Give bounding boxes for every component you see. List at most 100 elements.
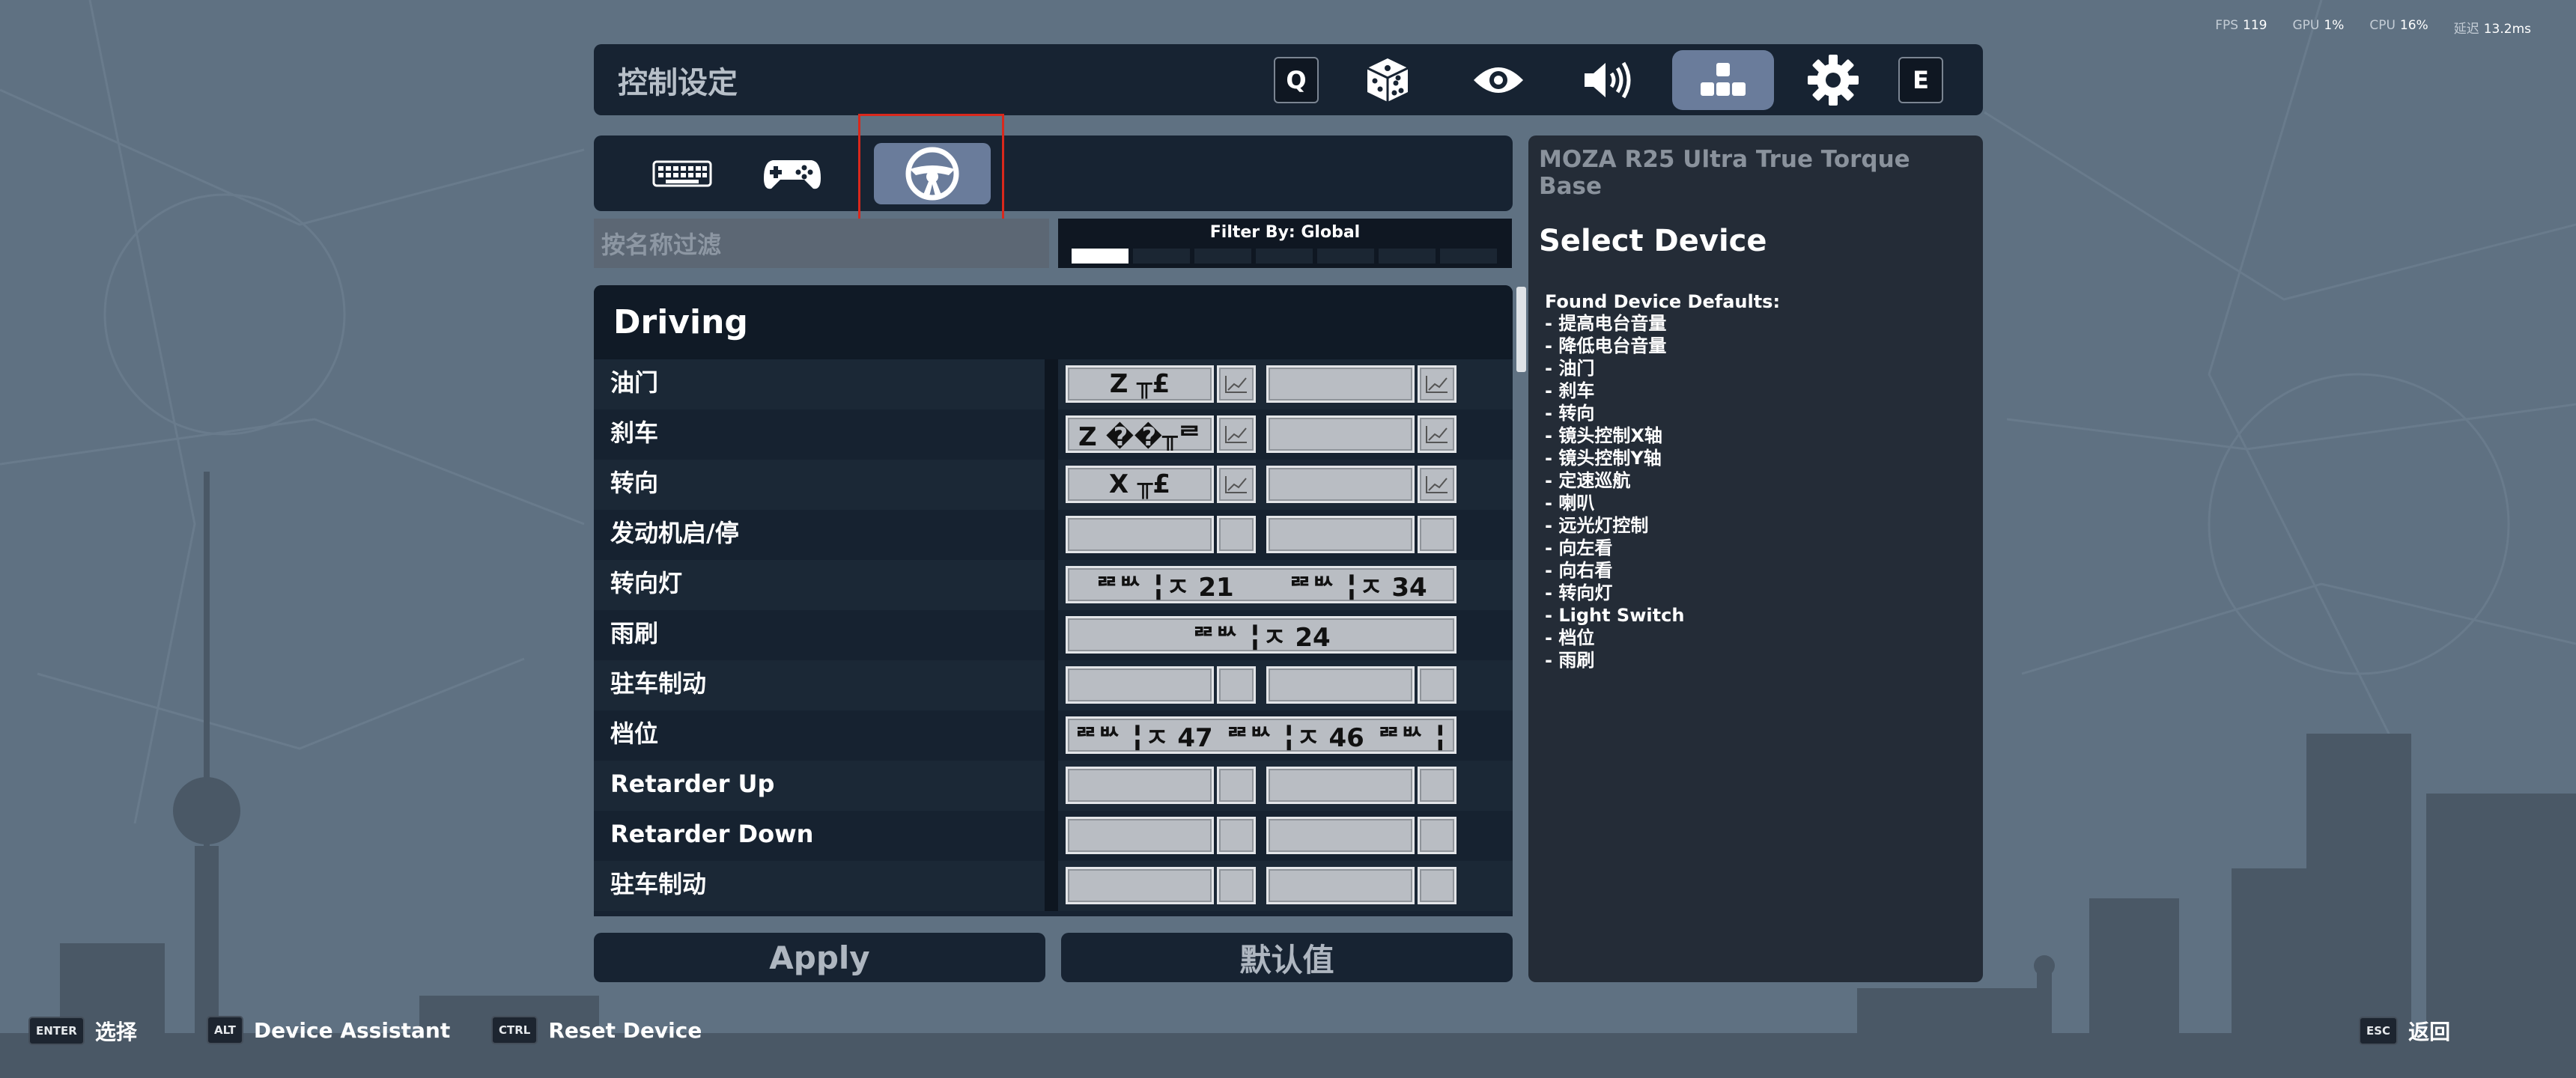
binding-slot-secondary[interactable] <box>1266 466 1415 503</box>
binding-slot-secondary[interactable] <box>1266 867 1415 904</box>
binding-slot-primary[interactable]: Z ��╥ᄅ <box>1066 415 1214 453</box>
binding-slot-primary[interactable]: X ╥£ <box>1066 466 1214 503</box>
curve-icon <box>1225 476 1247 493</box>
hint-select[interactable]: ENTER 选择 <box>28 1016 137 1046</box>
hint-reset-device[interactable]: CTRL Reset Device <box>491 1016 702 1044</box>
default-item: - 向左看 <box>1545 538 1613 558</box>
binding-slot-wide[interactable]: ᄙᄡ ╏ㅈ 21 ᄙᄡ ╏ㅈ 34 <box>1066 566 1456 603</box>
binding-slot-secondary[interactable] <box>1266 666 1415 704</box>
hint-back-label: 返回 <box>2408 1020 2451 1044</box>
binding-value: ᄙᄡ ╏ㅈ 46 <box>1225 722 1364 753</box>
curve-button-primary[interactable] <box>1217 817 1256 854</box>
binding-value: ᄙᄡ ╏ㅈ 47 <box>1074 722 1213 753</box>
q-key-icon[interactable]: Q <box>1274 50 1319 110</box>
curve-button-secondary[interactable] <box>1418 867 1456 904</box>
curve-button-secondary[interactable] <box>1418 365 1456 403</box>
table-row: Retarder Down <box>594 811 1513 861</box>
binding-slot-primary[interactable] <box>1066 867 1214 904</box>
row-label: Retarder Down <box>610 820 814 848</box>
e-keycap: E <box>1898 57 1943 103</box>
curve-button-secondary[interactable] <box>1418 817 1456 854</box>
curve-icon <box>1426 476 1448 493</box>
table-row: 驻车制动 <box>594 861 1513 911</box>
binding-rows: 油门 Z ╥£ 刹车 Z ��╥ᄅ 转向 X ╥£ 发动机启/停 转向灯 ᄙᄡ ╏ㅈ 21 ᄙᄡ … <box>594 359 1513 911</box>
default-item: - 镜头控制Y轴 <box>1545 448 1662 469</box>
binding-slot-secondary[interactable] <box>1266 516 1415 553</box>
table-row: 转向灯 ᄙᄡ ╏ㅈ 21 ᄙᄡ ╏ㅈ 34 <box>594 560 1513 610</box>
curve-button-primary[interactable] <box>1217 516 1256 553</box>
fps-readout: FPS 119 <box>2215 18 2267 33</box>
curve-button-secondary[interactable] <box>1418 666 1456 704</box>
filter-segment[interactable] <box>1256 249 1313 264</box>
binding-slot-primary[interactable] <box>1066 817 1214 854</box>
binding-slot-secondary[interactable] <box>1266 365 1415 403</box>
filter-segment[interactable] <box>1379 249 1436 264</box>
binding-slot-primary[interactable]: Z ╥£ <box>1066 365 1214 403</box>
curve-icon <box>1225 376 1247 393</box>
row-label: Retarder Up <box>610 770 775 798</box>
keyboard-tab[interactable] <box>624 143 741 204</box>
hint-device-assistant[interactable]: ALT Device Assistant <box>207 1016 450 1044</box>
default-item: - 转向 <box>1545 403 1595 424</box>
curve-button-primary[interactable] <box>1217 867 1256 904</box>
binding-slot-primary[interactable] <box>1066 767 1214 804</box>
defaults-button[interactable]: 默认值 <box>1061 933 1513 982</box>
row-separator <box>1045 660 1058 710</box>
curve-button-primary[interactable] <box>1217 767 1256 804</box>
curve-button-primary[interactable] <box>1217 365 1256 403</box>
search-input[interactable]: 按名称过滤 <box>594 219 1049 268</box>
performance-overlay: FPS 119 GPU 1% CPU 16% 延迟 13.2ms <box>2215 18 2531 37</box>
list-scrollbar[interactable] <box>1516 287 1526 372</box>
row-separator <box>1045 409 1058 460</box>
row-label: 发动机启/停 <box>610 519 739 547</box>
section-title: Driving <box>594 285 1513 359</box>
row-separator <box>1045 861 1058 911</box>
device-tabs <box>594 135 1513 211</box>
binding-slot-primary[interactable] <box>1066 666 1214 704</box>
filter-segment[interactable] <box>1072 249 1128 264</box>
header-bar: 控制设定 Q E <box>594 44 1983 115</box>
filter-segment[interactable] <box>1133 249 1190 264</box>
filter-label: Filter By: Global <box>1209 223 1361 242</box>
curve-button-secondary[interactable] <box>1418 466 1456 503</box>
eye-icon[interactable] <box>1470 50 1527 110</box>
device-name: MOZA R25 Ultra True Torque Base <box>1539 146 1910 200</box>
binding-slot-wide[interactable]: ᄙᄡ ╏ㅈ 24 <box>1066 616 1456 654</box>
binding-slot-secondary[interactable] <box>1266 817 1415 854</box>
dice-icon[interactable] <box>1361 50 1414 110</box>
filter-segment[interactable] <box>1440 249 1497 264</box>
row-separator <box>1045 560 1058 610</box>
curve-button-primary[interactable] <box>1217 415 1256 453</box>
gear-icon[interactable] <box>1805 50 1862 110</box>
speaker-icon[interactable] <box>1581 50 1635 110</box>
curve-icon <box>1426 426 1448 443</box>
table-row: 雨刷 ᄙᄡ ╏ㅈ 24 <box>594 610 1513 660</box>
gamepad-tab[interactable] <box>734 143 851 204</box>
curve-button-primary[interactable] <box>1217 466 1256 503</box>
curve-button-secondary[interactable] <box>1418 516 1456 553</box>
curve-button-secondary[interactable] <box>1418 767 1456 804</box>
e-key-icon[interactable]: E <box>1898 50 1943 110</box>
curve-button-secondary[interactable] <box>1418 415 1456 453</box>
binding-slot-primary[interactable] <box>1066 516 1214 553</box>
binding-slot-secondary[interactable] <box>1266 767 1415 804</box>
row-label: 档位 <box>610 719 659 748</box>
default-item: - 油门 <box>1545 358 1595 379</box>
hint-back[interactable]: ESC 返回 <box>2359 1016 2450 1046</box>
filter-segment[interactable] <box>1194 249 1251 264</box>
table-row: 档位 ᄙᄡ ╏ㅈ 47 ᄙᄡ ╏ㅈ 46 ᄙᄡ ╏ <box>594 710 1513 761</box>
filter-segment[interactable] <box>1317 249 1374 264</box>
filter-segments <box>1072 249 1497 264</box>
binding-value: ᄙᄡ ╏ㅈ 34 <box>1288 572 1427 603</box>
apply-button[interactable]: Apply <box>594 933 1045 982</box>
binding-slot-secondary[interactable] <box>1266 415 1415 453</box>
active-tab-highlight <box>858 114 1004 225</box>
controls-icon[interactable] <box>1672 50 1774 110</box>
default-item: - 提高电台音量 <box>1545 313 1667 334</box>
row-separator <box>1045 761 1058 811</box>
binding-slot-wide[interactable]: ᄙᄡ ╏ㅈ 47 ᄙᄡ ╏ㅈ 46 ᄙᄡ ╏ <box>1066 716 1456 754</box>
default-item: - 镜头控制X轴 <box>1545 425 1662 446</box>
row-label: 转向灯 <box>610 569 683 597</box>
curve-button-primary[interactable] <box>1217 666 1256 704</box>
filter-selector[interactable]: Filter By: Global <box>1058 219 1512 268</box>
